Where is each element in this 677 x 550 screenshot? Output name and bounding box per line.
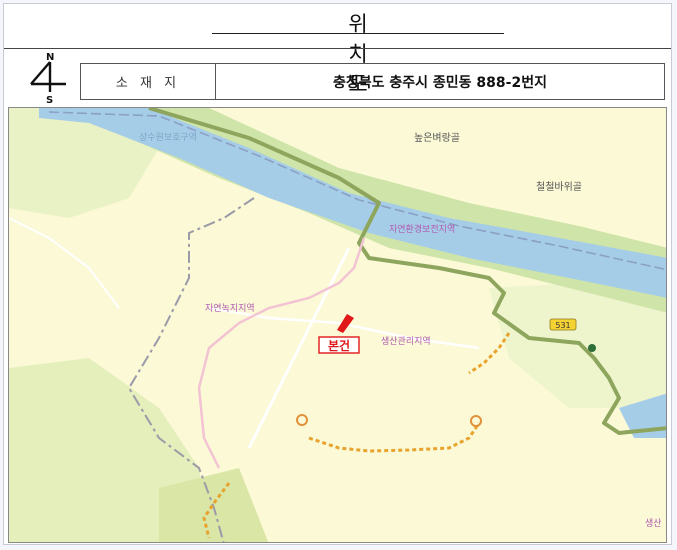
- zone-label: 생산: [645, 518, 662, 529]
- location-map[interactable]: 531 본건 상수원보호구역 높은벼랑골 철철바위골 자연환경보전지역 자연녹지…: [8, 107, 667, 543]
- header-divider: [4, 48, 671, 49]
- address-label: 소 재 지: [81, 64, 216, 99]
- village-label: 철철바위골: [536, 180, 582, 193]
- site-label: 본건: [328, 338, 350, 353]
- map-canvas: 531 본건 상수원보호구역 높은벼랑골 철철바위골 자연환경보전지역 자연녹지…: [9, 108, 666, 542]
- north-arrow: N S: [26, 50, 74, 106]
- page-title: 위 치 도: [348, 12, 440, 96]
- zone-label: 생산관리지역: [381, 336, 431, 347]
- title-underline: [212, 33, 504, 34]
- zone-label: 자연녹지지역: [205, 303, 255, 314]
- zone-label: 상수원보호구역: [139, 132, 197, 143]
- address-table: 소 재 지 충청북도 충주시 종민동 888-2번지: [80, 63, 665, 100]
- south-label: S: [46, 95, 53, 106]
- north-label: N: [46, 52, 54, 63]
- zone-label: 자연환경보전지역: [389, 223, 455, 235]
- north-arrow-icon: N S: [30, 52, 66, 106]
- address-value: 충청북도 충주시 종민동 888-2번지: [333, 74, 547, 91]
- route-marker: [588, 344, 596, 352]
- route-number: 531: [555, 321, 570, 330]
- village-label: 높은벼랑골: [414, 132, 460, 144]
